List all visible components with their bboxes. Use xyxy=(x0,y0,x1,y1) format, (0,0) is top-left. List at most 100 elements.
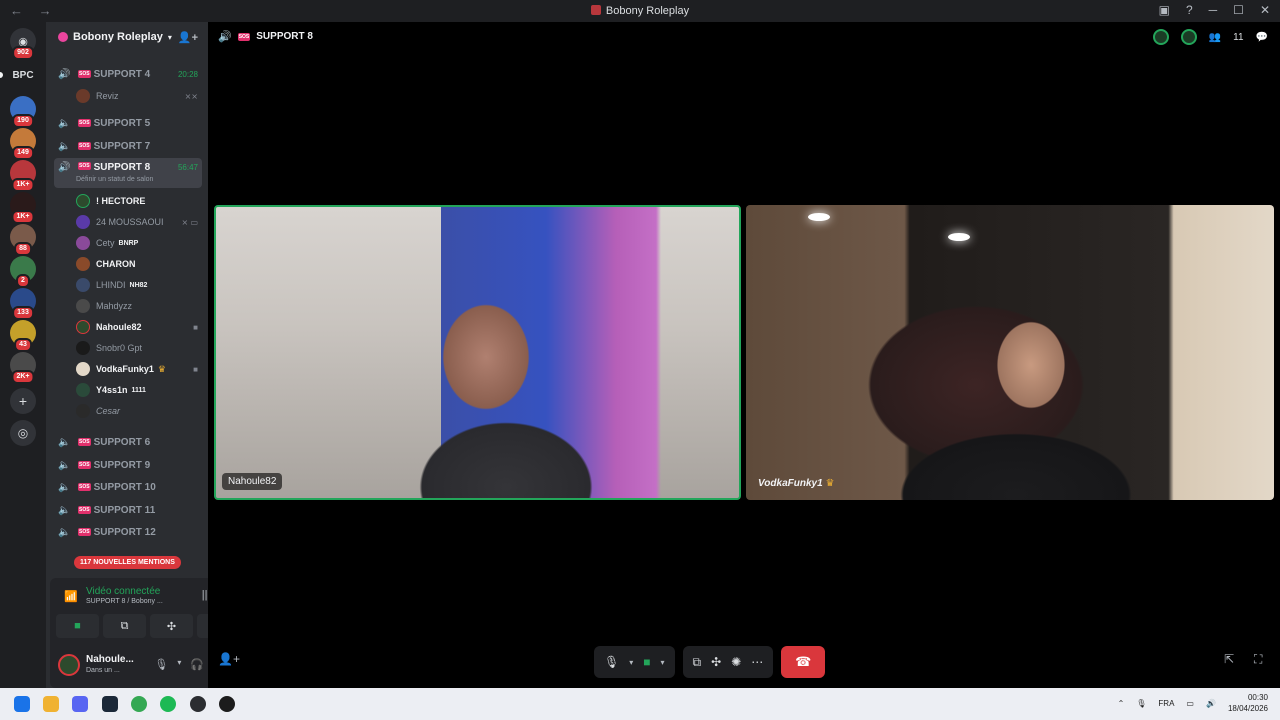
guild-header[interactable]: Bobony Roleplay ▾ 👤+ xyxy=(46,22,208,52)
popout-icon[interactable]: ⇱ xyxy=(1224,652,1234,666)
volume-icon[interactable]: 🔊 xyxy=(1206,699,1216,708)
channel-tag: SOS xyxy=(78,119,91,127)
channel-name: SUPPORT 11 xyxy=(93,504,156,516)
voice-channel-support-7[interactable]: 🔈 SOS SUPPORT 7 xyxy=(54,136,202,156)
voice-user[interactable]: ! HECTORE xyxy=(76,191,202,211)
activities-icon[interactable]: ✣ xyxy=(711,655,721,669)
microphone-icon[interactable]: 🎙 xyxy=(1136,699,1146,708)
voice-user[interactable]: Cesar xyxy=(76,401,202,421)
app-icon[interactable] xyxy=(219,696,235,712)
app-icon[interactable] xyxy=(190,696,206,712)
call-area: 🔊 SOS SUPPORT 8 👥 11 💬 Nahoule82 VodkaFu… xyxy=(208,22,1280,688)
avatar xyxy=(76,236,90,250)
soundboard-icon[interactable]: ✺ xyxy=(731,655,741,669)
chevron-up-icon[interactable]: ⌃ xyxy=(1118,699,1125,708)
voice-user-name: Nahoule82 xyxy=(96,322,142,332)
fullscreen-icon[interactable]: ⛶ xyxy=(1254,652,1262,667)
signal-icon[interactable]: 📶 xyxy=(64,590,78,603)
voice-channel-support-8[interactable]: 🔊 SOS SUPPORT 8 56:47 Définir un statut … xyxy=(54,158,202,188)
voice-channel-support-12[interactable]: 🔈 SOS SUPPORT 12 xyxy=(54,522,202,542)
activities-button[interactable]: ✣ xyxy=(150,614,193,638)
voice-user[interactable]: 24 MOUSSAOUI ⨯ ▭ xyxy=(76,212,202,232)
chevron-down-icon[interactable]: ▾ xyxy=(661,658,665,667)
server-folder[interactable]: 2K+ xyxy=(10,352,36,384)
server-icon-6[interactable]: 2 xyxy=(10,256,36,288)
new-mentions-pill[interactable]: 117 NOUVELLES MENTIONS xyxy=(74,556,181,569)
participant-avatar[interactable] xyxy=(1152,29,1169,45)
minimize-icon[interactable]: ─ xyxy=(1209,3,1218,17)
voice-user[interactable]: LHINDI NH82 xyxy=(76,275,202,295)
voice-user[interactable]: Snobr0 Gpt xyxy=(76,338,202,358)
voice-channel-support-10[interactable]: 🔈 SOS SUPPORT 10 xyxy=(54,477,202,497)
microphone-icon[interactable]: 🎙 xyxy=(604,655,619,669)
voice-user[interactable]: CHARON xyxy=(76,254,202,274)
voice-channel-support-4[interactable]: 🔊 SOS SUPPORT 4 20:28 xyxy=(54,64,202,84)
video-tile-vodkafunky1[interactable]: VodkaFunky1 ♛ xyxy=(746,205,1274,500)
channel-status[interactable]: Définir un statut de salon xyxy=(76,176,153,183)
leave-call-button[interactable]: ☎ xyxy=(781,646,826,678)
members-icon[interactable]: 👥 xyxy=(1209,32,1221,43)
chevron-down-icon[interactable]: ▾ xyxy=(177,658,181,671)
server-icon-4[interactable]: 1K+ xyxy=(10,192,36,224)
activities-icon: ✣ xyxy=(166,620,177,633)
participant-avatar[interactable] xyxy=(1180,29,1197,45)
spotify-icon[interactable] xyxy=(160,696,176,712)
more-icon[interactable]: ⋯ xyxy=(751,655,763,669)
microphone-icon[interactable]: 🎙 xyxy=(154,658,168,671)
channel-name: SUPPORT 6 xyxy=(93,436,151,448)
server-icon-2[interactable]: 149 xyxy=(10,128,36,160)
add-server-icon[interactable]: + xyxy=(10,388,36,414)
invite-to-call-icon[interactable]: 👤+ xyxy=(218,652,240,666)
soundboard-button[interactable]: ✺ xyxy=(197,614,208,638)
close-icon[interactable]: ✕ xyxy=(1260,3,1270,17)
voice-user[interactable]: Mahdyzz xyxy=(76,296,202,316)
voice-channel-link[interactable]: SUPPORT 8 / Bobony ... xyxy=(86,598,163,605)
maximize-icon[interactable]: ☐ xyxy=(1233,3,1244,17)
clock[interactable]: 00:30 18/04/2026 xyxy=(1228,692,1268,714)
participant-count: 11 xyxy=(1233,31,1244,43)
language-indicator[interactable]: FRA xyxy=(1158,699,1174,708)
voice-channel-support-11[interactable]: 🔈 SOS SUPPORT 11 xyxy=(54,500,202,520)
voice-user[interactable]: Nahoule82 ■ xyxy=(76,317,202,337)
server-icon-5[interactable]: 88 xyxy=(10,224,36,256)
screen-share-icon[interactable]: ⧉ xyxy=(693,655,702,670)
steam-icon[interactable] xyxy=(102,696,118,712)
server-badge: 149 xyxy=(12,146,34,160)
avatar[interactable] xyxy=(58,654,80,676)
camera-button[interactable]: ■ xyxy=(56,614,99,638)
title-bar: ← → Bobony Roleplay ▣ ? ─ ☐ ✕ xyxy=(0,0,1280,22)
server-icon-bobony[interactable]: 1K+ xyxy=(10,160,36,192)
voice-user[interactable]: Cety BNRP xyxy=(76,233,202,253)
inbox-icon[interactable]: ▣ xyxy=(1159,3,1170,17)
server-badge: 88 xyxy=(14,242,32,256)
video-tile-nahoule82[interactable]: Nahoule82 xyxy=(214,205,741,500)
help-icon[interactable]: ? xyxy=(1186,3,1193,17)
voice-user[interactable]: Reviz ⨯⨯ xyxy=(76,86,202,106)
chrome-icon[interactable] xyxy=(131,696,147,712)
screen-share-button[interactable]: ⧉ xyxy=(103,614,146,638)
user-name[interactable]: Nahoule... xyxy=(86,654,134,665)
server-icon-7[interactable]: 133 xyxy=(10,288,36,320)
voice-channel-support-5[interactable]: 🔈 SOS SUPPORT 5 xyxy=(54,113,202,133)
crown-icon: ♛ xyxy=(825,478,835,489)
discover-icon[interactable]: ◎ xyxy=(10,420,36,446)
voice-channel-support-9[interactable]: 🔈 SOS SUPPORT 9 xyxy=(54,455,202,475)
invite-icon[interactable]: 👤+ xyxy=(178,31,198,44)
voice-user[interactable]: Y4ss1n 1111 xyxy=(76,380,202,400)
camera-icon[interactable]: ■ xyxy=(643,655,650,669)
voice-channel-support-6[interactable]: 🔈 SOS SUPPORT 6 xyxy=(54,432,202,452)
chevron-down-icon[interactable]: ▾ xyxy=(629,658,633,667)
discord-taskbar-icon[interactable] xyxy=(72,696,88,712)
chat-icon[interactable]: 💬 xyxy=(1256,32,1268,43)
direct-messages-button[interactable]: ◉ 902 xyxy=(10,28,36,60)
server-bpc[interactable]: BPC xyxy=(10,62,36,88)
channel-tag: SOS xyxy=(78,506,91,514)
avatar xyxy=(76,194,90,208)
headset-icon[interactable]: 🎧 xyxy=(190,658,204,671)
server-icon-1[interactable]: 190 xyxy=(10,96,36,128)
windows-start-icon[interactable] xyxy=(14,696,30,712)
voice-user[interactable]: VodkaFunky1 ♛ ■ xyxy=(76,359,202,379)
network-icon[interactable]: ▭ xyxy=(1186,699,1194,708)
file-explorer-icon[interactable] xyxy=(43,696,59,712)
server-icon-8[interactable]: 43 xyxy=(10,320,36,352)
